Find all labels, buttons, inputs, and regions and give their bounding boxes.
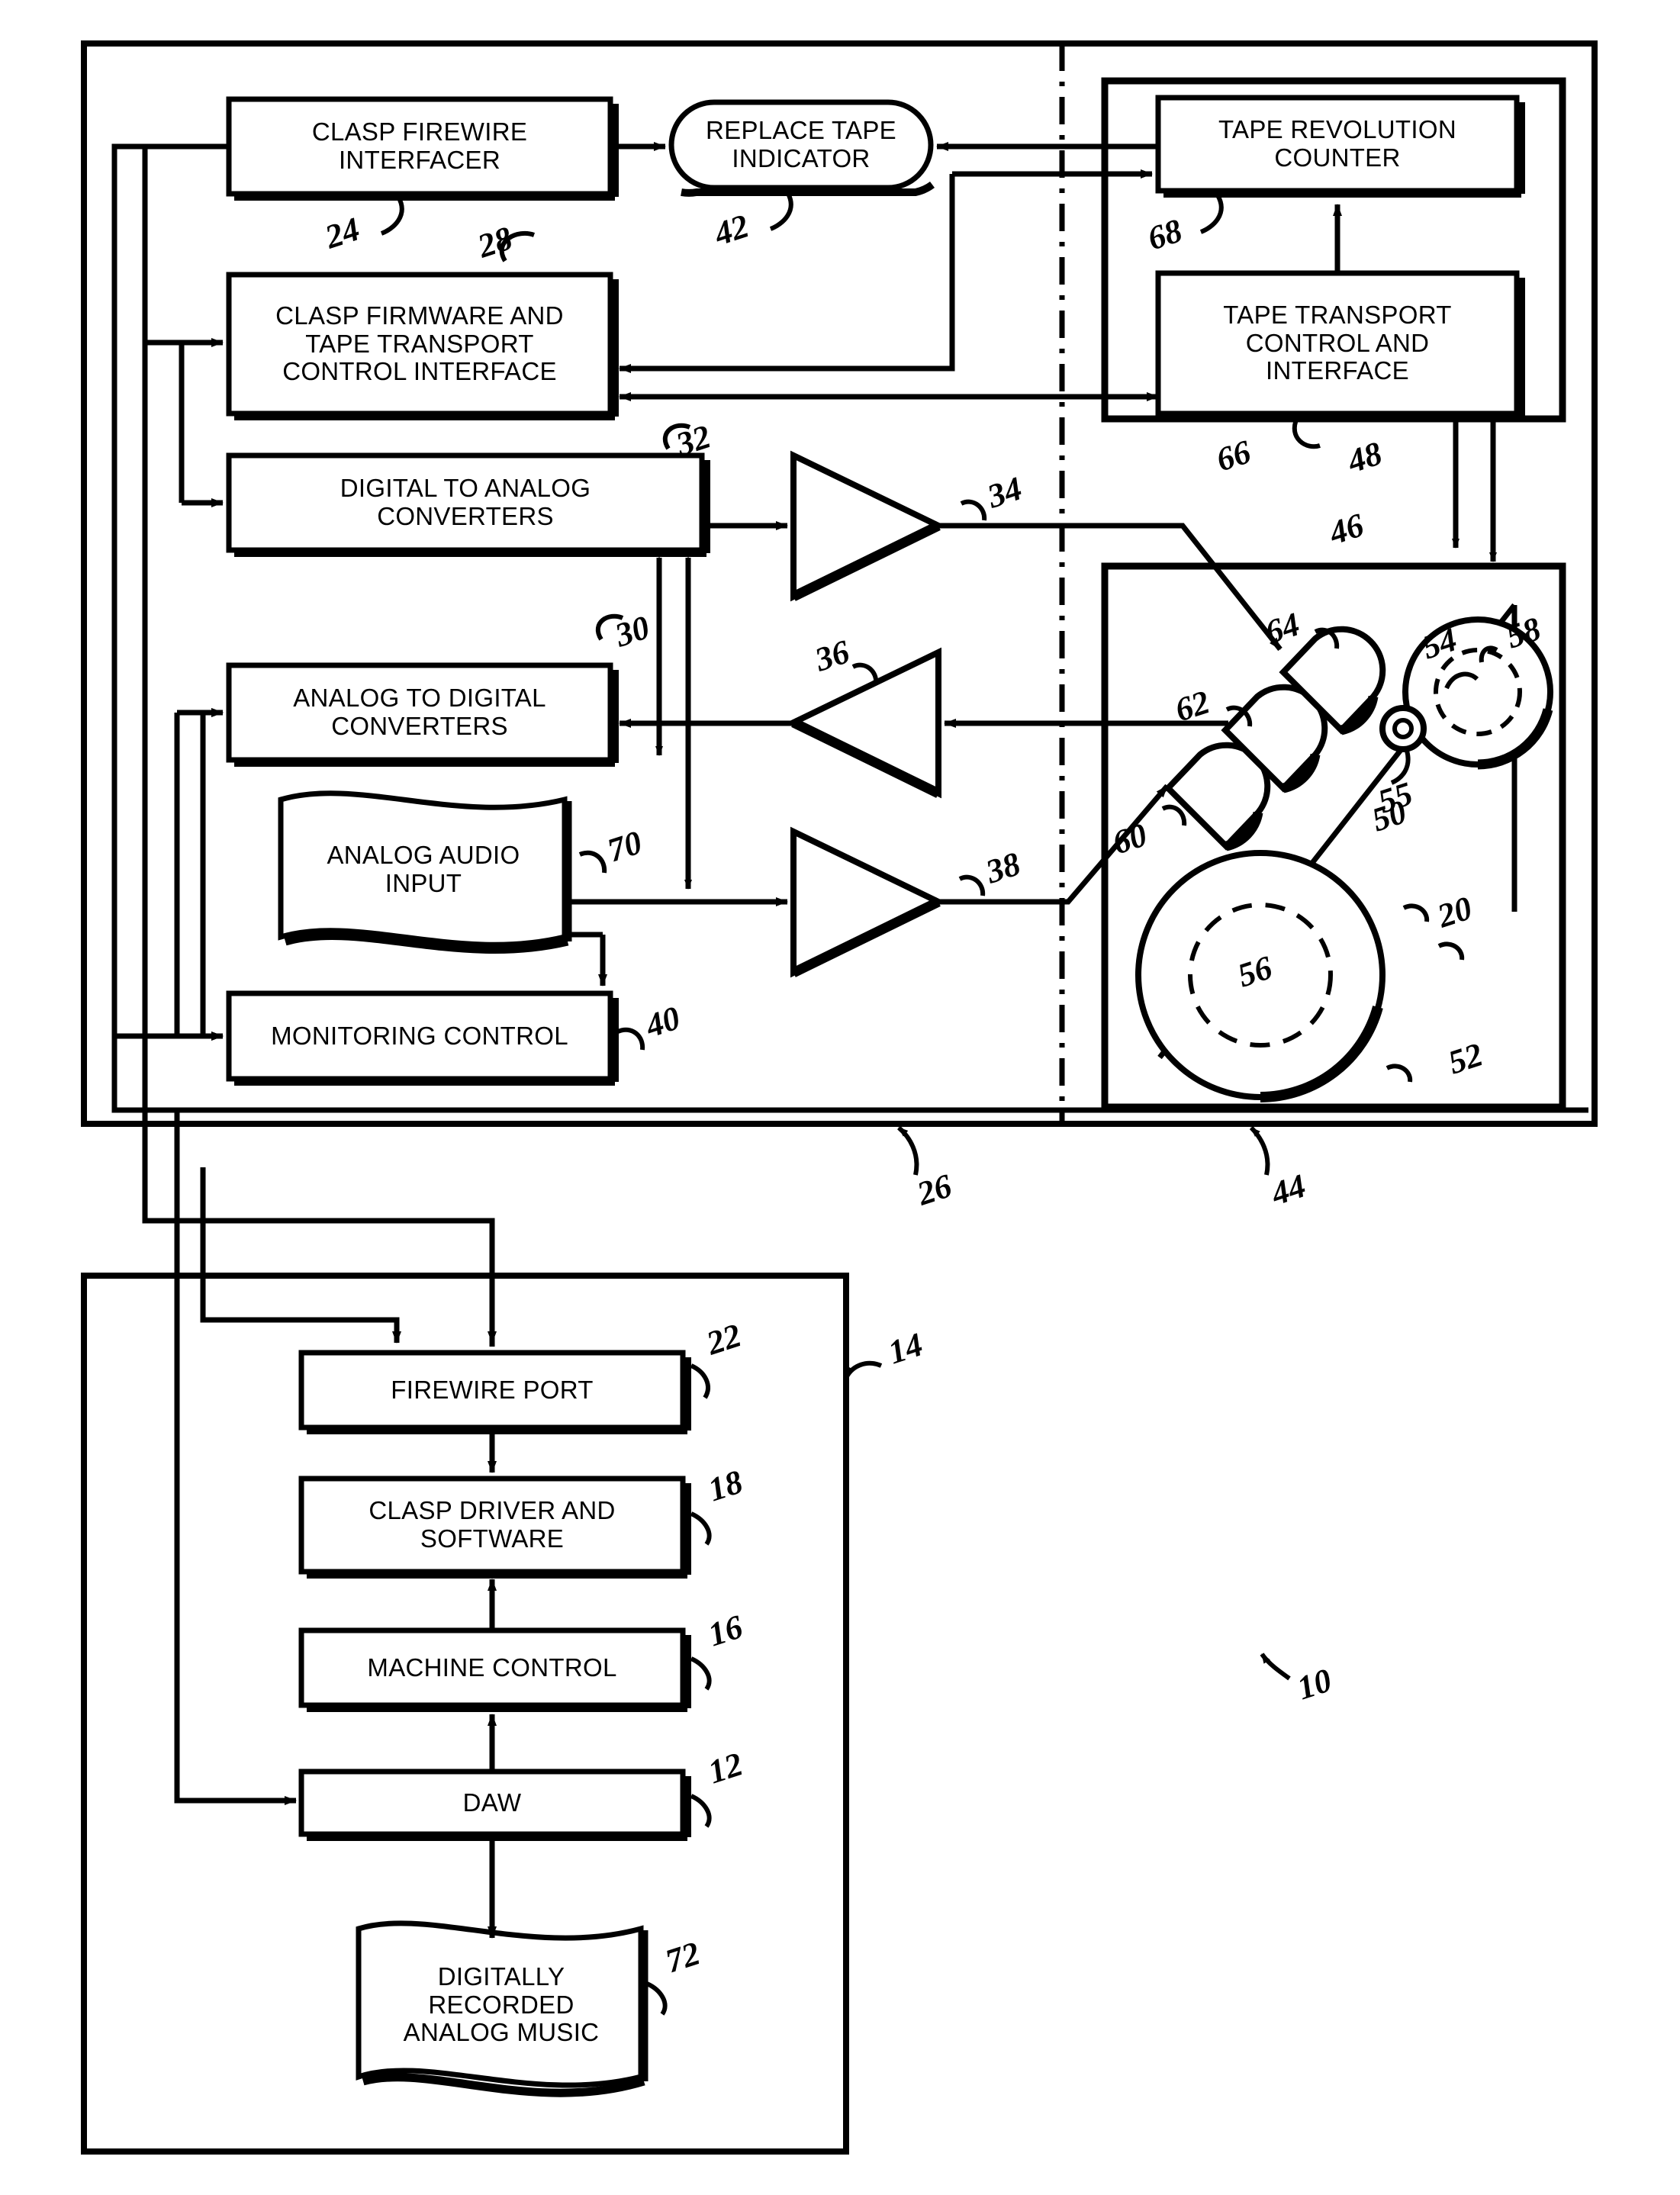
- clasp-firewire-interfacer-label: CLASP FIREWIRE INTERFACER: [311, 117, 528, 174]
- tape-revolution-counter-label: TAPE REVOLUTION COUNTER: [1218, 115, 1456, 172]
- digital-to-analog-converters-label: DIGITAL TO ANALOG CONVERTERS: [340, 474, 591, 530]
- analog-to-digital-converters-label: ANALOG TO DIGITAL CONVERTERS: [293, 684, 546, 740]
- tape-transport-control-label: TAPE TRANSPORT CONTROL AND INTERFACE: [1223, 300, 1452, 385]
- firewire-port-label: FIREWIRE PORT: [391, 1375, 594, 1404]
- monitoring-control-label: MONITORING CONTROL: [271, 1021, 568, 1050]
- clasp-driver-software-label: CLASP DRIVER AND SOFTWARE: [369, 1496, 616, 1553]
- clasp-firmware-interface-label: CLASP FIRMWARE AND TAPE TRANSPORT CONTRO…: [275, 301, 564, 386]
- analog-audio-input-label: ANALOG AUDIO INPUT: [327, 841, 520, 897]
- digitally-recorded-analog-music-label: DIGITALLY RECORDED ANALOG MUSIC: [403, 1962, 600, 2047]
- daw-label: DAW: [462, 1788, 522, 1817]
- machine-control-label: MACHINE CONTROL: [367, 1653, 617, 1682]
- replace-tape-indicator-label: REPLACE TAPE INDICATOR: [706, 116, 896, 172]
- patent-figure: CLASP FIREWIRE INTERFACER REPLACE TAPE I…: [0, 0, 1680, 2195]
